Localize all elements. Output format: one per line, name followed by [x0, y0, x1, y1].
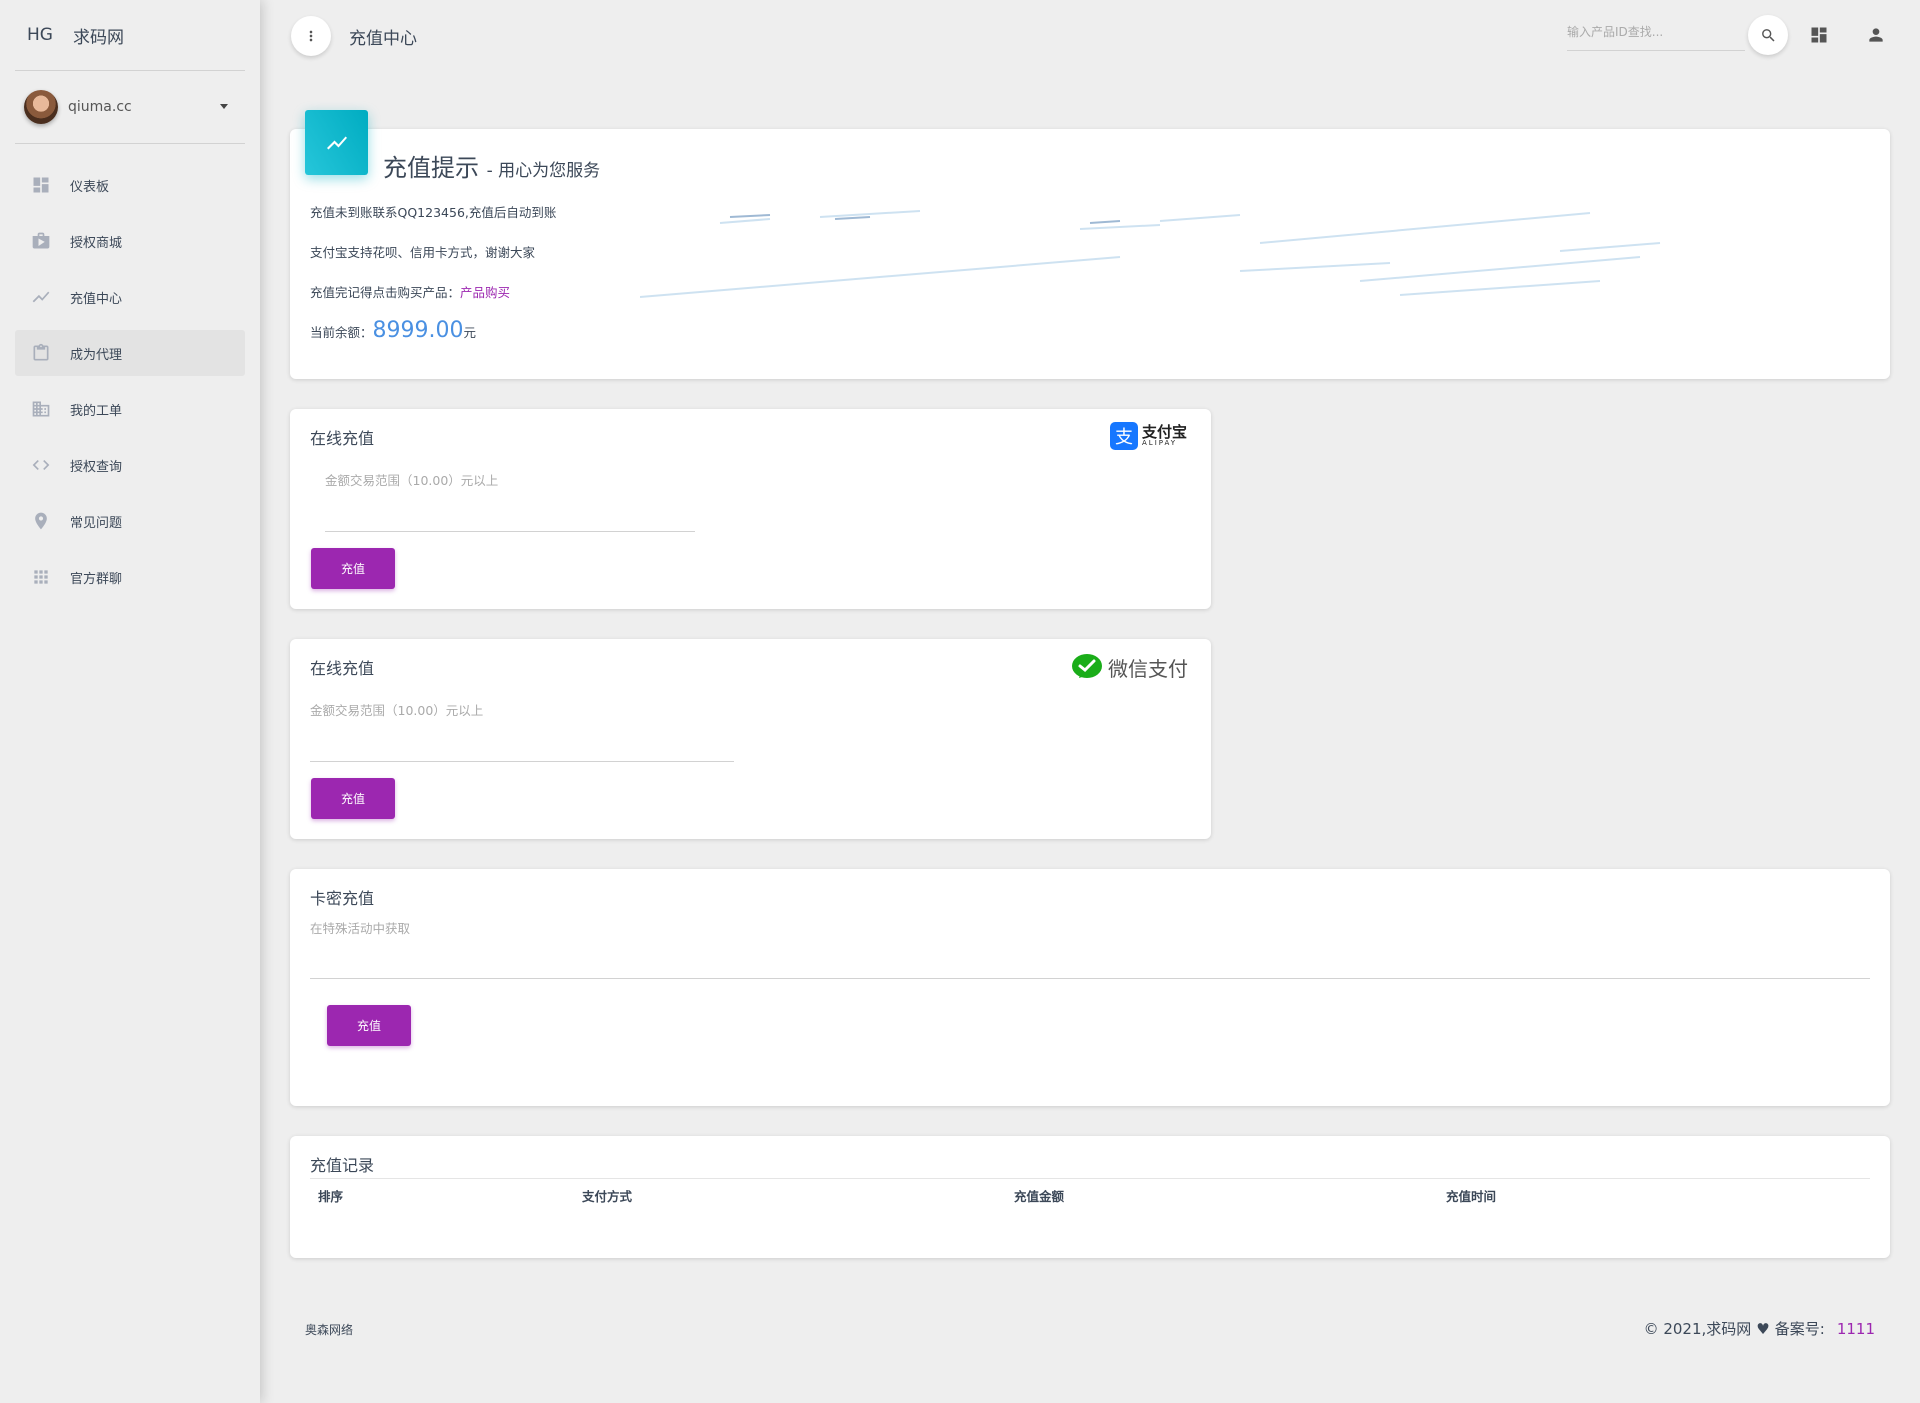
sidebar-item-license-query[interactable]: 授权查询	[15, 442, 245, 488]
notice-header-icon	[305, 110, 368, 175]
sidebar-item-label: 成为代理	[70, 347, 123, 363]
sidebar-item-group-chat[interactable]: 官方群聊	[15, 554, 245, 600]
code-icon	[30, 454, 52, 476]
alipay-icon: 支	[1110, 422, 1138, 450]
minimize-sidebar-button[interactable]	[291, 16, 331, 56]
copyright-text: © 2021,求码网	[1643, 1320, 1752, 1338]
sidebar: HG 求码网 qiuma.cc 仪表板 授权商城 充值中心 成为代理 我的工单	[0, 0, 260, 1403]
card-code-input[interactable]	[310, 978, 1870, 979]
notice-subtitle: - 用心为您服务	[486, 161, 601, 181]
balance-value: 8999.00	[372, 318, 464, 343]
icp-label: 备案号:	[1774, 1320, 1825, 1338]
apps-icon	[30, 566, 52, 588]
records-title: 充值记录	[310, 1156, 375, 1175]
alipay-logo: 支 支付宝 ALIPAY	[1110, 422, 1187, 450]
trending-icon	[30, 286, 52, 308]
sidebar-nav: 仪表板 授权商城 充值中心 成为代理 我的工单 授权查询 常见问题 官方群聊	[0, 162, 260, 600]
dashboard-icon	[30, 174, 52, 196]
records-divider	[310, 1178, 1870, 1179]
notice-title-text: 充值提示	[383, 154, 479, 182]
column-header-payment-method: 支付方式	[582, 1189, 633, 1204]
wechat-logo: 微信支付	[1071, 652, 1188, 682]
dashboard-shortcut-button[interactable]	[1808, 24, 1830, 46]
clipboard-icon	[30, 342, 52, 364]
wechat-recharge-button[interactable]: 充值	[311, 778, 395, 819]
alipay-logo-text: 支付宝	[1142, 423, 1188, 441]
alipay-amount-hint: 金额交易范围（10.00）元以上	[325, 473, 499, 488]
column-header-amount: 充值金额	[1014, 1189, 1065, 1204]
sidebar-item-agent[interactable]: 成为代理	[15, 330, 245, 376]
wechat-amount-input[interactable]	[310, 761, 734, 762]
trending-icon	[326, 136, 347, 149]
decorative-lines	[640, 210, 1661, 298]
search-button[interactable]	[1748, 15, 1788, 55]
notice-title: 充值提示 - 用心为您服务	[383, 148, 600, 183]
user-profile-button[interactable]	[1865, 24, 1887, 46]
records-card	[290, 1136, 1890, 1258]
sidebar-item-label: 常见问题	[70, 515, 123, 531]
product-purchase-link[interactable]: 产品购买	[460, 285, 510, 300]
wechat-amount-hint: 金额交易范围（10.00）元以上	[310, 703, 484, 718]
sidebar-item-faq[interactable]: 常见问题	[15, 498, 245, 544]
sidebar-item-label: 仪表板	[70, 179, 110, 195]
sidebar-item-dashboard[interactable]: 仪表板	[15, 162, 245, 208]
search-icon	[1761, 28, 1775, 42]
divider	[15, 143, 245, 144]
sidebar-item-label: 授权查询	[70, 459, 123, 475]
brand-mini: HG	[27, 25, 53, 45]
alipay-amount-input[interactable]	[325, 531, 695, 532]
search-input[interactable]	[1567, 14, 1745, 51]
sidebar-item-label: 授权商城	[70, 235, 123, 251]
column-header-order: 排序	[318, 1189, 344, 1204]
avatar	[24, 90, 58, 124]
brand[interactable]: HG 求码网	[0, 0, 260, 70]
notice-line-2: 支付宝支持花呗、信用卡方式，谢谢大家	[310, 245, 536, 260]
balance-row: 当前余额：8999.00元	[310, 318, 476, 343]
footer-company[interactable]: 奥森网络	[305, 1321, 353, 1338]
card-code-hint: 在特殊活动中获取	[310, 921, 411, 936]
notice-line-3-text: 充值完记得点击购买产品：	[310, 285, 461, 300]
wechat-title: 在线充值	[310, 659, 375, 678]
place-icon	[30, 510, 52, 532]
balance-label: 当前余额：	[310, 325, 373, 340]
balance-unit: 元	[463, 325, 477, 340]
card-code-recharge-button[interactable]: 充值	[327, 1005, 411, 1046]
heart-icon: ♥	[1756, 1319, 1770, 1338]
sidebar-item-label: 充值中心	[70, 291, 123, 307]
alipay-card	[290, 409, 1211, 609]
wechat-icon	[1072, 654, 1102, 678]
dashboard-icon	[1811, 27, 1827, 43]
alipay-title: 在线充值	[310, 429, 375, 448]
user-menu[interactable]: qiuma.cc	[0, 71, 260, 143]
person-icon	[1869, 28, 1883, 42]
alipay-recharge-button[interactable]: 充值	[311, 548, 395, 589]
notice-line-3: 充值完记得点击购买产品：产品购买	[310, 282, 510, 301]
footer-copyright: © 2021,求码网 ♥ 备案号: 1111	[1644, 1318, 1875, 1339]
card-code-card	[290, 869, 1890, 1106]
column-header-time: 充值时间	[1446, 1189, 1497, 1204]
notice-line-1: 充值未到账联系QQ123456,充值后自动到账	[310, 205, 557, 220]
sidebar-item-label: 官方群聊	[70, 571, 123, 587]
sidebar-item-shop[interactable]: 授权商城	[15, 218, 245, 264]
alipay-logo-sub: ALIPAY	[1142, 439, 1178, 447]
sidebar-item-tickets[interactable]: 我的工单	[15, 386, 245, 432]
building-icon	[30, 398, 52, 420]
sidebar-item-recharge[interactable]: 充值中心	[15, 274, 245, 320]
sidebar-item-label: 我的工单	[70, 403, 123, 419]
card-code-title: 卡密充值	[310, 889, 375, 908]
icp-value[interactable]: 1111	[1837, 1320, 1875, 1338]
shop-icon	[30, 230, 52, 252]
brand-name: 求码网	[72, 27, 124, 48]
top-navbar: 充值中心	[260, 0, 1920, 70]
wechat-logo-text: 微信支付	[1108, 656, 1188, 681]
more-vert-icon	[309, 30, 313, 42]
caret-down-icon	[220, 104, 228, 109]
page-title: 充值中心	[349, 29, 417, 49]
username: qiuma.cc	[68, 99, 132, 115]
